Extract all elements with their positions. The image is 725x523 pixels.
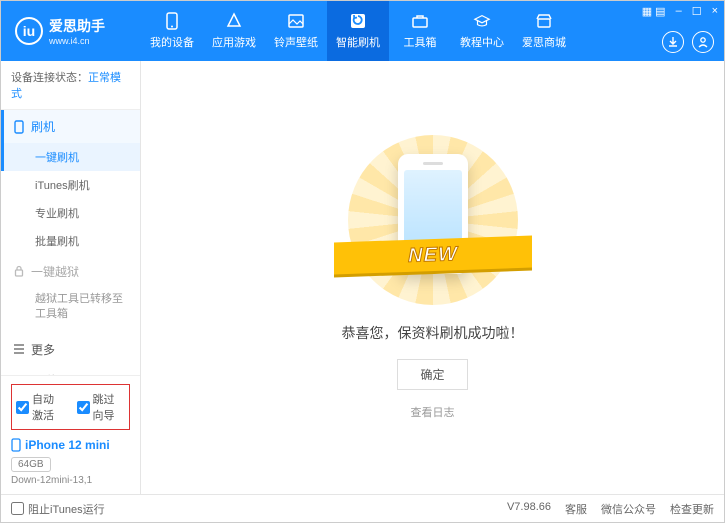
close-button[interactable]: × xyxy=(712,5,718,18)
app-subtitle: www.i4.cn xyxy=(49,36,105,46)
nav-flash[interactable]: 智能刷机 xyxy=(327,1,389,61)
main-area: NEW 恭喜您，保资料刷机成功啦！ 确定 查看日志 xyxy=(141,61,724,494)
wallpaper-icon xyxy=(287,12,305,30)
nav-store[interactable]: 爱思商城 xyxy=(513,1,575,61)
version-label: V7.98.66 xyxy=(507,501,551,517)
section-flash[interactable]: 刷机 xyxy=(1,110,140,143)
nav-ringtones[interactable]: 铃声壁纸 xyxy=(265,1,327,61)
sidebar: 设备连接状态：正常模式 刷机 一键刷机 iTunes刷机 专业刷机 批量刷机 一… xyxy=(1,61,141,494)
window-controls: ▦ ▤ – ☐ × xyxy=(642,5,718,18)
success-message: 恭喜您，保资料刷机成功啦！ xyxy=(342,323,524,343)
phone-icon xyxy=(163,12,181,30)
menu-icon xyxy=(13,343,25,355)
minimize-button[interactable]: – xyxy=(676,5,682,18)
download-button[interactable] xyxy=(662,31,684,53)
app-title: 爱思助手 xyxy=(49,16,105,36)
options-row: 自动激活 跳过向导 xyxy=(11,384,130,430)
refresh-icon xyxy=(349,12,367,30)
logo-icon: iu xyxy=(15,17,43,45)
section-jailbreak[interactable]: 一键越狱 xyxy=(1,255,140,288)
ok-button[interactable]: 确定 xyxy=(397,359,467,390)
nav-toolbox[interactable]: 工具箱 xyxy=(389,1,451,61)
support-link[interactable]: 客服 xyxy=(565,501,587,517)
block-itunes-checkbox[interactable]: 阻止iTunes运行 xyxy=(11,501,105,517)
user-button[interactable] xyxy=(692,31,714,53)
sidebar-item-other-tools[interactable]: 其他工具 xyxy=(1,366,140,375)
window-menu-button[interactable]: ▦ ▤ xyxy=(642,5,666,18)
nav-tutorials[interactable]: 教程中心 xyxy=(451,1,513,61)
wechat-link[interactable]: 微信公众号 xyxy=(601,501,656,517)
phone-small-icon xyxy=(13,120,25,134)
view-log-link[interactable]: 查看日志 xyxy=(411,404,455,420)
sidebar-item-itunes-flash[interactable]: iTunes刷机 xyxy=(1,171,140,199)
sidebar-item-pro-flash[interactable]: 专业刷机 xyxy=(1,199,140,227)
device-detail: Down-12mini-13,1 xyxy=(11,475,130,486)
nav-apps[interactable]: 应用游戏 xyxy=(203,1,265,61)
skip-guide-checkbox[interactable]: 跳过向导 xyxy=(77,391,126,423)
main-nav: 我的设备 应用游戏 铃声壁纸 智能刷机 工具箱 教程中心 xyxy=(141,1,724,61)
store-icon xyxy=(535,12,553,30)
nav-my-device[interactable]: 我的设备 xyxy=(141,1,203,61)
device-storage-badge: 64GB xyxy=(11,457,51,472)
device-phone-icon xyxy=(11,438,21,452)
sidebar-item-batch-flash[interactable]: 批量刷机 xyxy=(1,227,140,255)
app-store-icon xyxy=(225,12,243,30)
titlebar: iu 爱思助手 www.i4.cn 我的设备 应用游戏 铃声壁纸 智能刷机 xyxy=(1,1,724,61)
toolbox-icon xyxy=(411,12,429,30)
maximize-button[interactable]: ☐ xyxy=(692,5,702,18)
graduation-icon xyxy=(473,12,491,30)
device-name[interactable]: iPhone 12 mini xyxy=(11,438,130,452)
sidebar-item-oneclick-flash[interactable]: 一键刷机 xyxy=(1,143,140,171)
connection-status: 设备连接状态：正常模式 xyxy=(1,61,140,110)
lock-icon xyxy=(13,265,25,278)
success-illustration: NEW xyxy=(348,135,518,305)
app-logo: iu 爱思助手 www.i4.cn xyxy=(1,16,141,46)
check-update-link[interactable]: 检查更新 xyxy=(670,501,714,517)
footer: 阻止iTunes运行 V7.98.66 客服 微信公众号 检查更新 xyxy=(1,494,724,522)
section-more[interactable]: 更多 xyxy=(1,333,140,366)
auto-activate-checkbox[interactable]: 自动激活 xyxy=(16,391,65,423)
jailbreak-note: 越狱工具已转移至工具箱 xyxy=(1,288,140,333)
